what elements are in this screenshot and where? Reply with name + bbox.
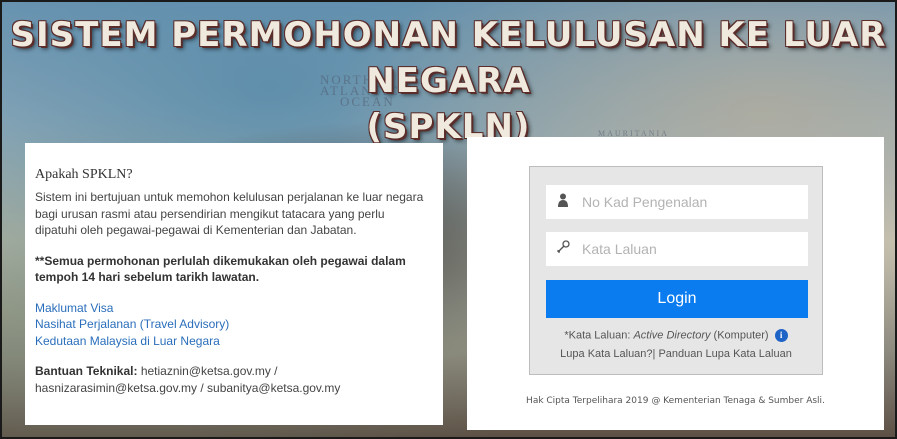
info-note: **Semua permohonan perlulah dikemukakan … [35,253,406,285]
technical-support-label: Bantuan Teknikal: [35,364,138,378]
page-title: SISTEM PERMOHONAN KELULUSAN KE LUAR NEGA… [0,12,897,150]
link-visa-info[interactable]: Maklumat Visa [35,300,429,317]
ic-number-input[interactable] [580,193,794,211]
copyright-text: Hak Cipta Terpelihara 2019 @ Kementerian… [526,396,825,406]
forgot-password-guide-link[interactable]: Panduan Lupa Kata Laluan [655,348,791,360]
password-hint: *Kata Laluan: Active Directory (Komputer… [530,329,822,342]
link-embassy[interactable]: Kedutaan Malaysia di Luar Negara [35,333,429,350]
login-form: Login *Kata Laluan: Active Directory (Ko… [529,166,823,375]
info-links: Maklumat Visa Nasihat Perjalanan (Travel… [35,300,429,350]
password-input[interactable] [580,240,794,258]
forgot-password-links: Lupa Kata Laluan?| Panduan Lupa Kata Lal… [530,348,822,360]
forgot-password-link[interactable]: Lupa Kata Laluan? [560,348,652,360]
user-icon [546,193,580,211]
ic-number-field[interactable] [546,185,808,219]
key-icon [546,239,580,259]
page-title-line1: SISTEM PERMOHONAN KELULUSAN KE LUAR NEGA… [10,15,887,101]
technical-support: Bantuan Teknikal: hetiaznin@ketsa.gov.my… [35,363,429,396]
info-heading: Apakah SPKLN? [35,167,133,182]
password-field[interactable] [546,232,808,266]
link-travel-advisory[interactable]: Nasihat Perjalanan (Travel Advisory) [35,316,429,333]
info-icon[interactable]: i [774,329,788,342]
login-button[interactable]: Login [546,280,808,318]
info-description: Sistem ini bertujuan untuk memohon kelul… [35,190,424,237]
login-panel: Login *Kata Laluan: Active Directory (Ko… [467,137,884,430]
info-panel: Apakah SPKLN? Sistem ini bertujuan untuk… [25,143,443,425]
